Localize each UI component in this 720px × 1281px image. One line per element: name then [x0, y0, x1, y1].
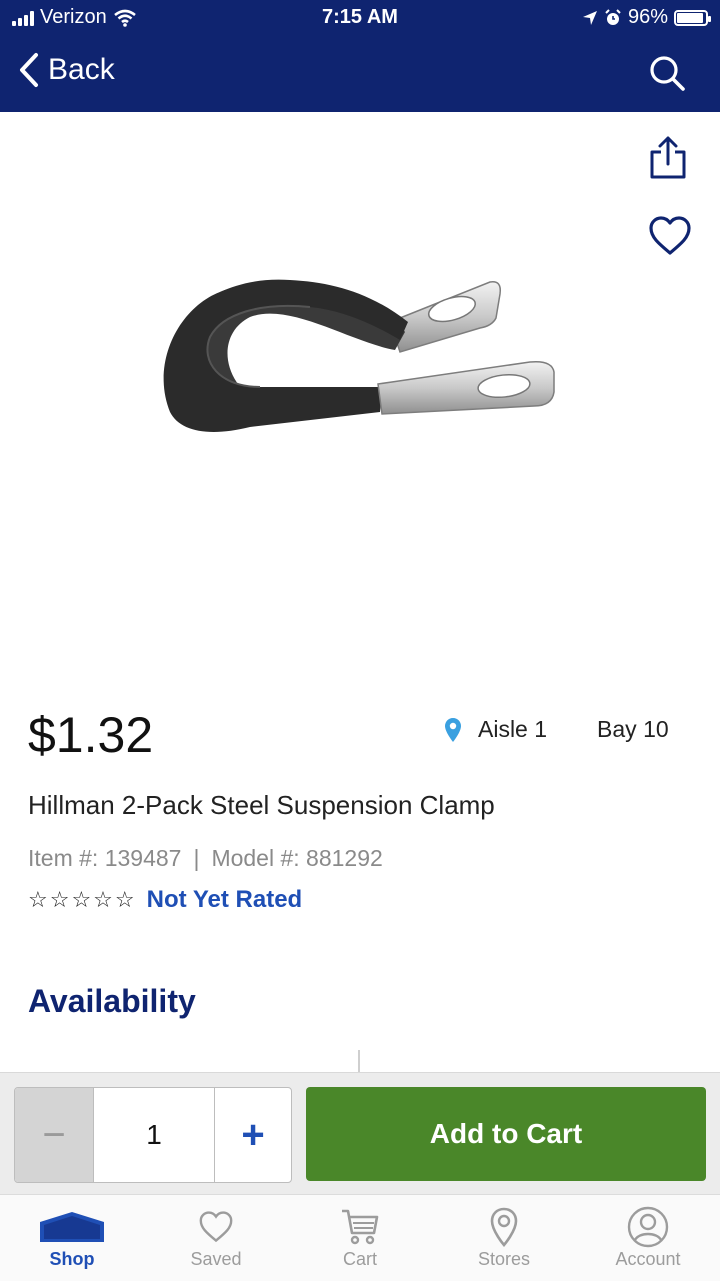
- back-label: Back: [48, 53, 115, 86]
- heart-icon: [199, 1211, 233, 1243]
- tab-cart[interactable]: Cart: [288, 1195, 432, 1281]
- tab-saved-label: Saved: [190, 1249, 242, 1269]
- tab-account-label: Account: [615, 1249, 681, 1269]
- user-icon: [627, 1206, 669, 1248]
- status-right: 96%: [582, 6, 711, 29]
- tab-bar: Shop Saved Cart Stores Account: [0, 1194, 720, 1281]
- tab-saved[interactable]: Saved: [144, 1195, 288, 1281]
- star-rating-icon: ☆☆☆☆☆: [28, 887, 137, 912]
- location-pin-icon: [490, 1207, 518, 1247]
- add-to-cart-button[interactable]: Add to Cart: [306, 1087, 706, 1181]
- product-meta: Item #: 139487 | Model #: 881292: [28, 845, 383, 872]
- product-image[interactable]: [150, 222, 570, 447]
- tab-stores-label: Stores: [477, 1249, 531, 1269]
- bay-label: Bay 10: [597, 716, 669, 742]
- nav-bar: Back: [0, 36, 720, 112]
- product-hero: [0, 112, 720, 682]
- back-button[interactable]: Back: [18, 52, 115, 88]
- status-bar: Verizon 7:15 AM 96%: [0, 0, 720, 36]
- cart-icon: [342, 1209, 379, 1245]
- location-arrow-icon: [582, 10, 597, 25]
- quantity-stepper: − 1 +: [14, 1087, 292, 1183]
- rating-link[interactable]: Not Yet Rated: [147, 886, 303, 914]
- tab-shop[interactable]: Shop: [0, 1195, 144, 1281]
- chevron-left-icon: [20, 53, 38, 87]
- store-location: Aisle 1 Bay 10: [444, 716, 669, 743]
- house-icon: [40, 1212, 104, 1242]
- save-button[interactable]: [648, 216, 692, 261]
- alarm-icon: [605, 8, 621, 25]
- search-icon: [650, 56, 685, 91]
- tab-account[interactable]: Account: [576, 1195, 720, 1281]
- tab-shop-label: Shop: [49, 1249, 95, 1269]
- model-number: Model #: 881292: [211, 845, 383, 871]
- rating-row: ☆☆☆☆☆ Not Yet Rated: [28, 886, 302, 914]
- share-button[interactable]: [648, 134, 688, 185]
- product-title: Hillman 2-Pack Steel Suspension Clamp: [28, 790, 495, 820]
- tab-stores[interactable]: Stores: [432, 1195, 576, 1281]
- battery-percent: 96%: [627, 6, 668, 28]
- availability-heading[interactable]: Availability: [28, 983, 196, 1020]
- location-pin-icon: [445, 717, 461, 742]
- meta-separator: |: [193, 845, 200, 871]
- share-icon: [650, 136, 686, 179]
- battery-icon: [674, 9, 711, 26]
- item-number: Item #: 139487: [28, 845, 182, 871]
- product-price: $1.32: [28, 707, 154, 763]
- decrement-button[interactable]: −: [15, 1088, 94, 1182]
- tab-cart-label: Cart: [342, 1249, 377, 1269]
- increment-button[interactable]: +: [215, 1088, 291, 1182]
- divider: [358, 1050, 360, 1072]
- add-to-cart-bar: − 1 + Add to Cart: [0, 1072, 720, 1195]
- clamp-illustration: [163, 279, 555, 432]
- heart-icon: [649, 216, 691, 255]
- quantity-value[interactable]: 1: [94, 1088, 215, 1182]
- aisle-label: Aisle 1: [478, 716, 548, 742]
- search-button[interactable]: [648, 54, 686, 97]
